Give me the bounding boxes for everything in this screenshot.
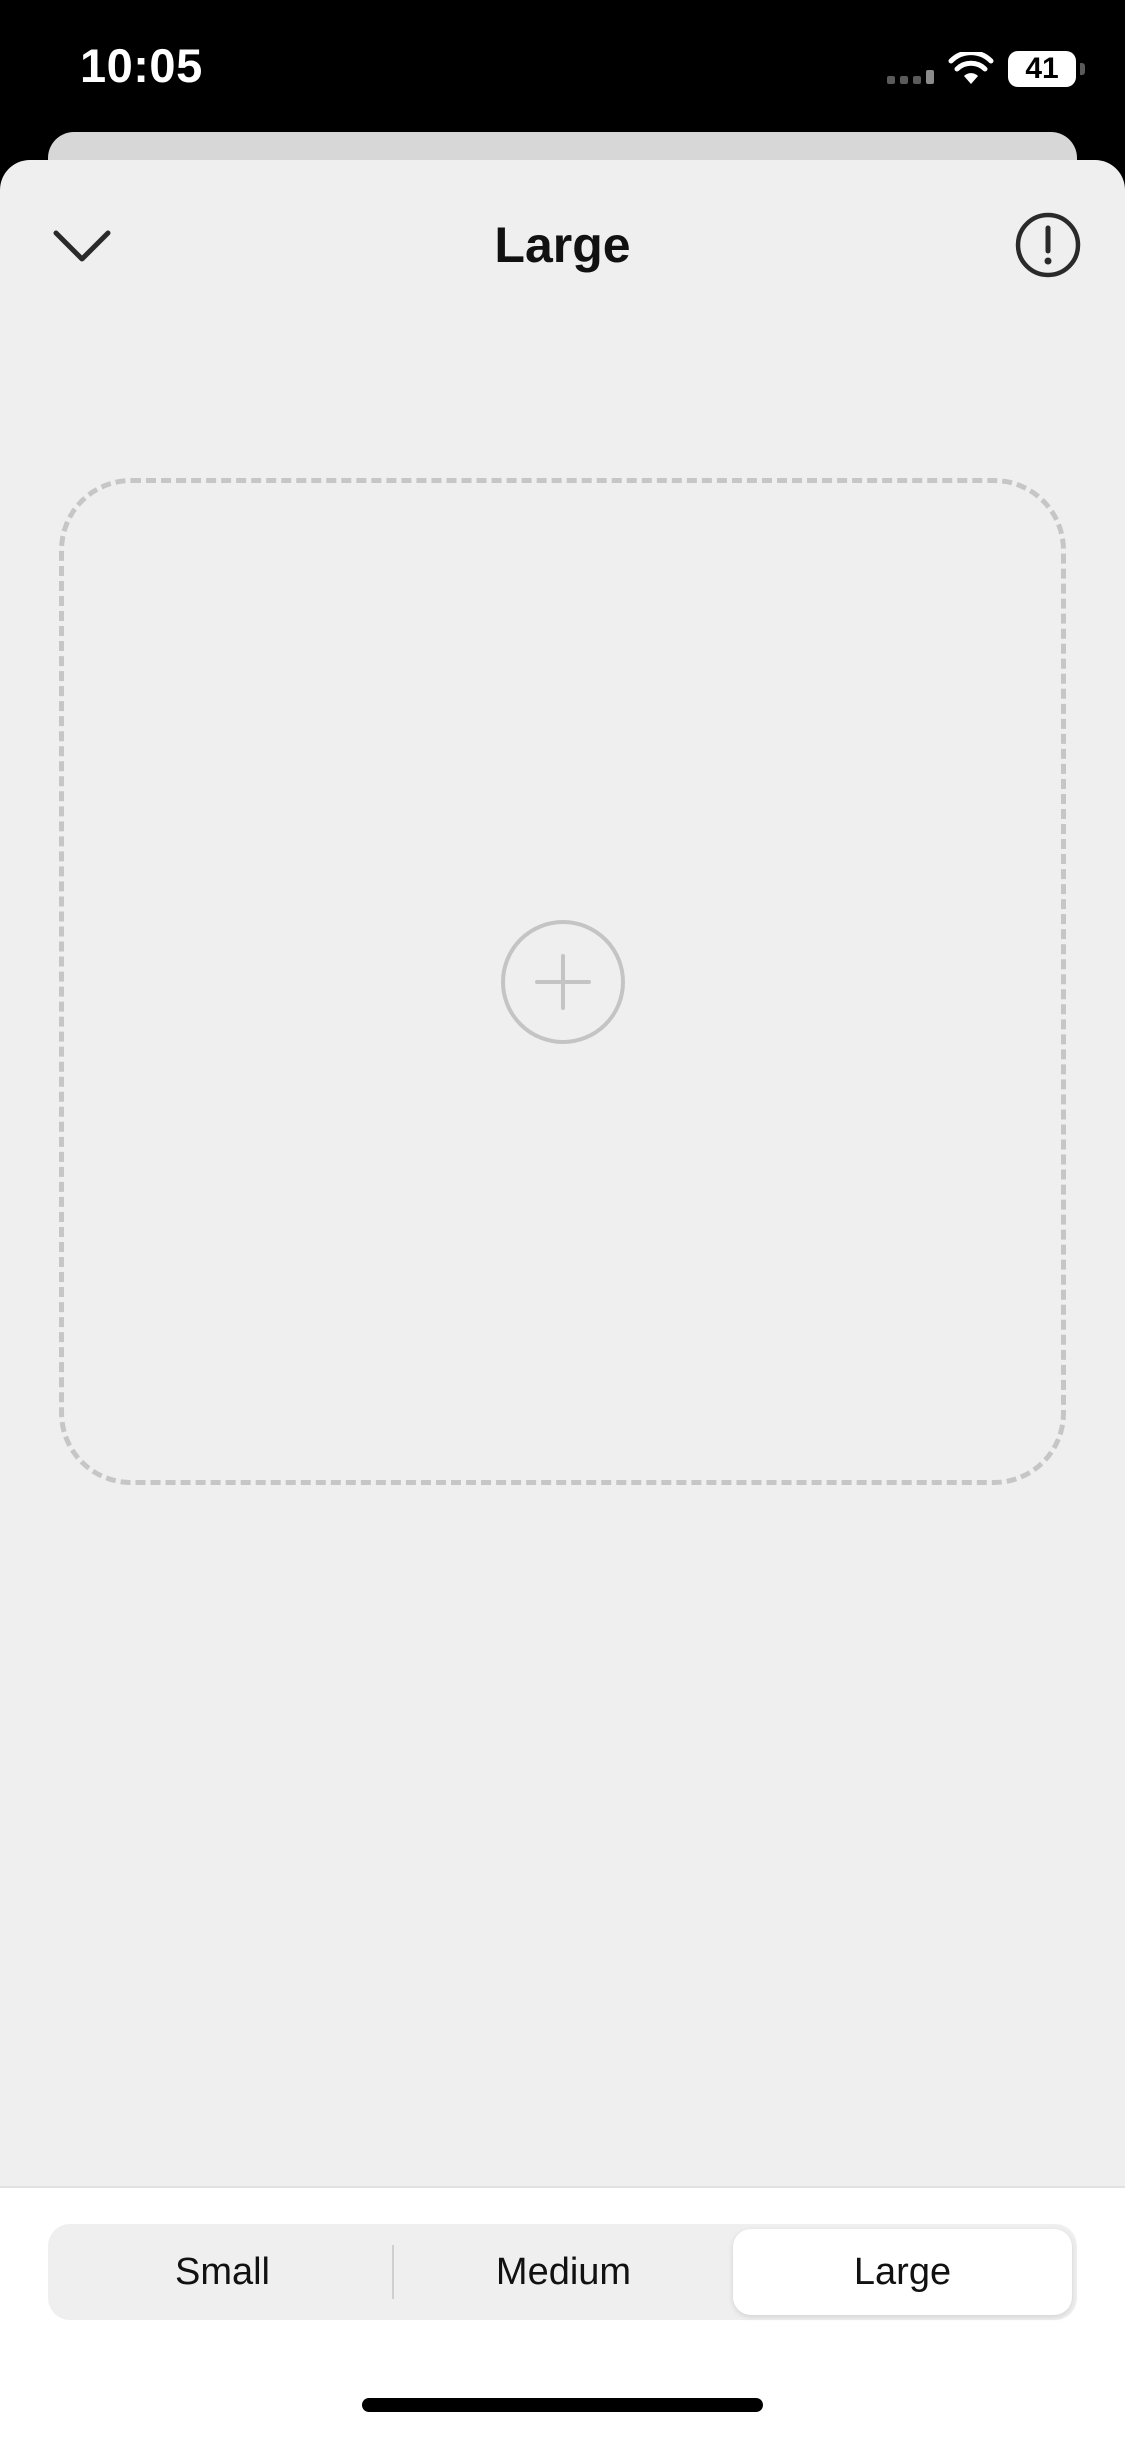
info-button[interactable] — [1011, 208, 1085, 282]
status-indicators: 41 — [887, 48, 1085, 90]
battery-cap — [1080, 63, 1085, 75]
plus-circle-icon — [500, 919, 625, 1044]
battery-icon: 41 — [1008, 51, 1076, 87]
widget-placeholder-slot[interactable] — [59, 478, 1066, 1485]
cellular-signal-icon — [887, 54, 934, 84]
segment-large[interactable]: Large — [733, 2229, 1072, 2315]
page-title: Large — [494, 217, 631, 273]
size-segmented-control: Small Medium Large — [48, 2224, 1077, 2320]
widget-size-sheet: Large — [0, 160, 1125, 2436]
wifi-icon — [948, 52, 994, 84]
sheet-header: Large — [0, 160, 1125, 330]
add-widget-button[interactable] — [499, 918, 627, 1046]
battery-percent: 41 — [1025, 52, 1059, 85]
segment-small[interactable]: Small — [53, 2229, 392, 2315]
status-time: 10:05 — [80, 39, 203, 92]
size-picker-bar: Small Medium Large — [0, 2186, 1125, 2438]
segment-medium[interactable]: Medium — [394, 2229, 733, 2315]
home-indicator — [362, 2398, 763, 2412]
exclamation-circle-icon — [1015, 212, 1081, 278]
status-bar: 10:05 41 — [0, 0, 1125, 140]
